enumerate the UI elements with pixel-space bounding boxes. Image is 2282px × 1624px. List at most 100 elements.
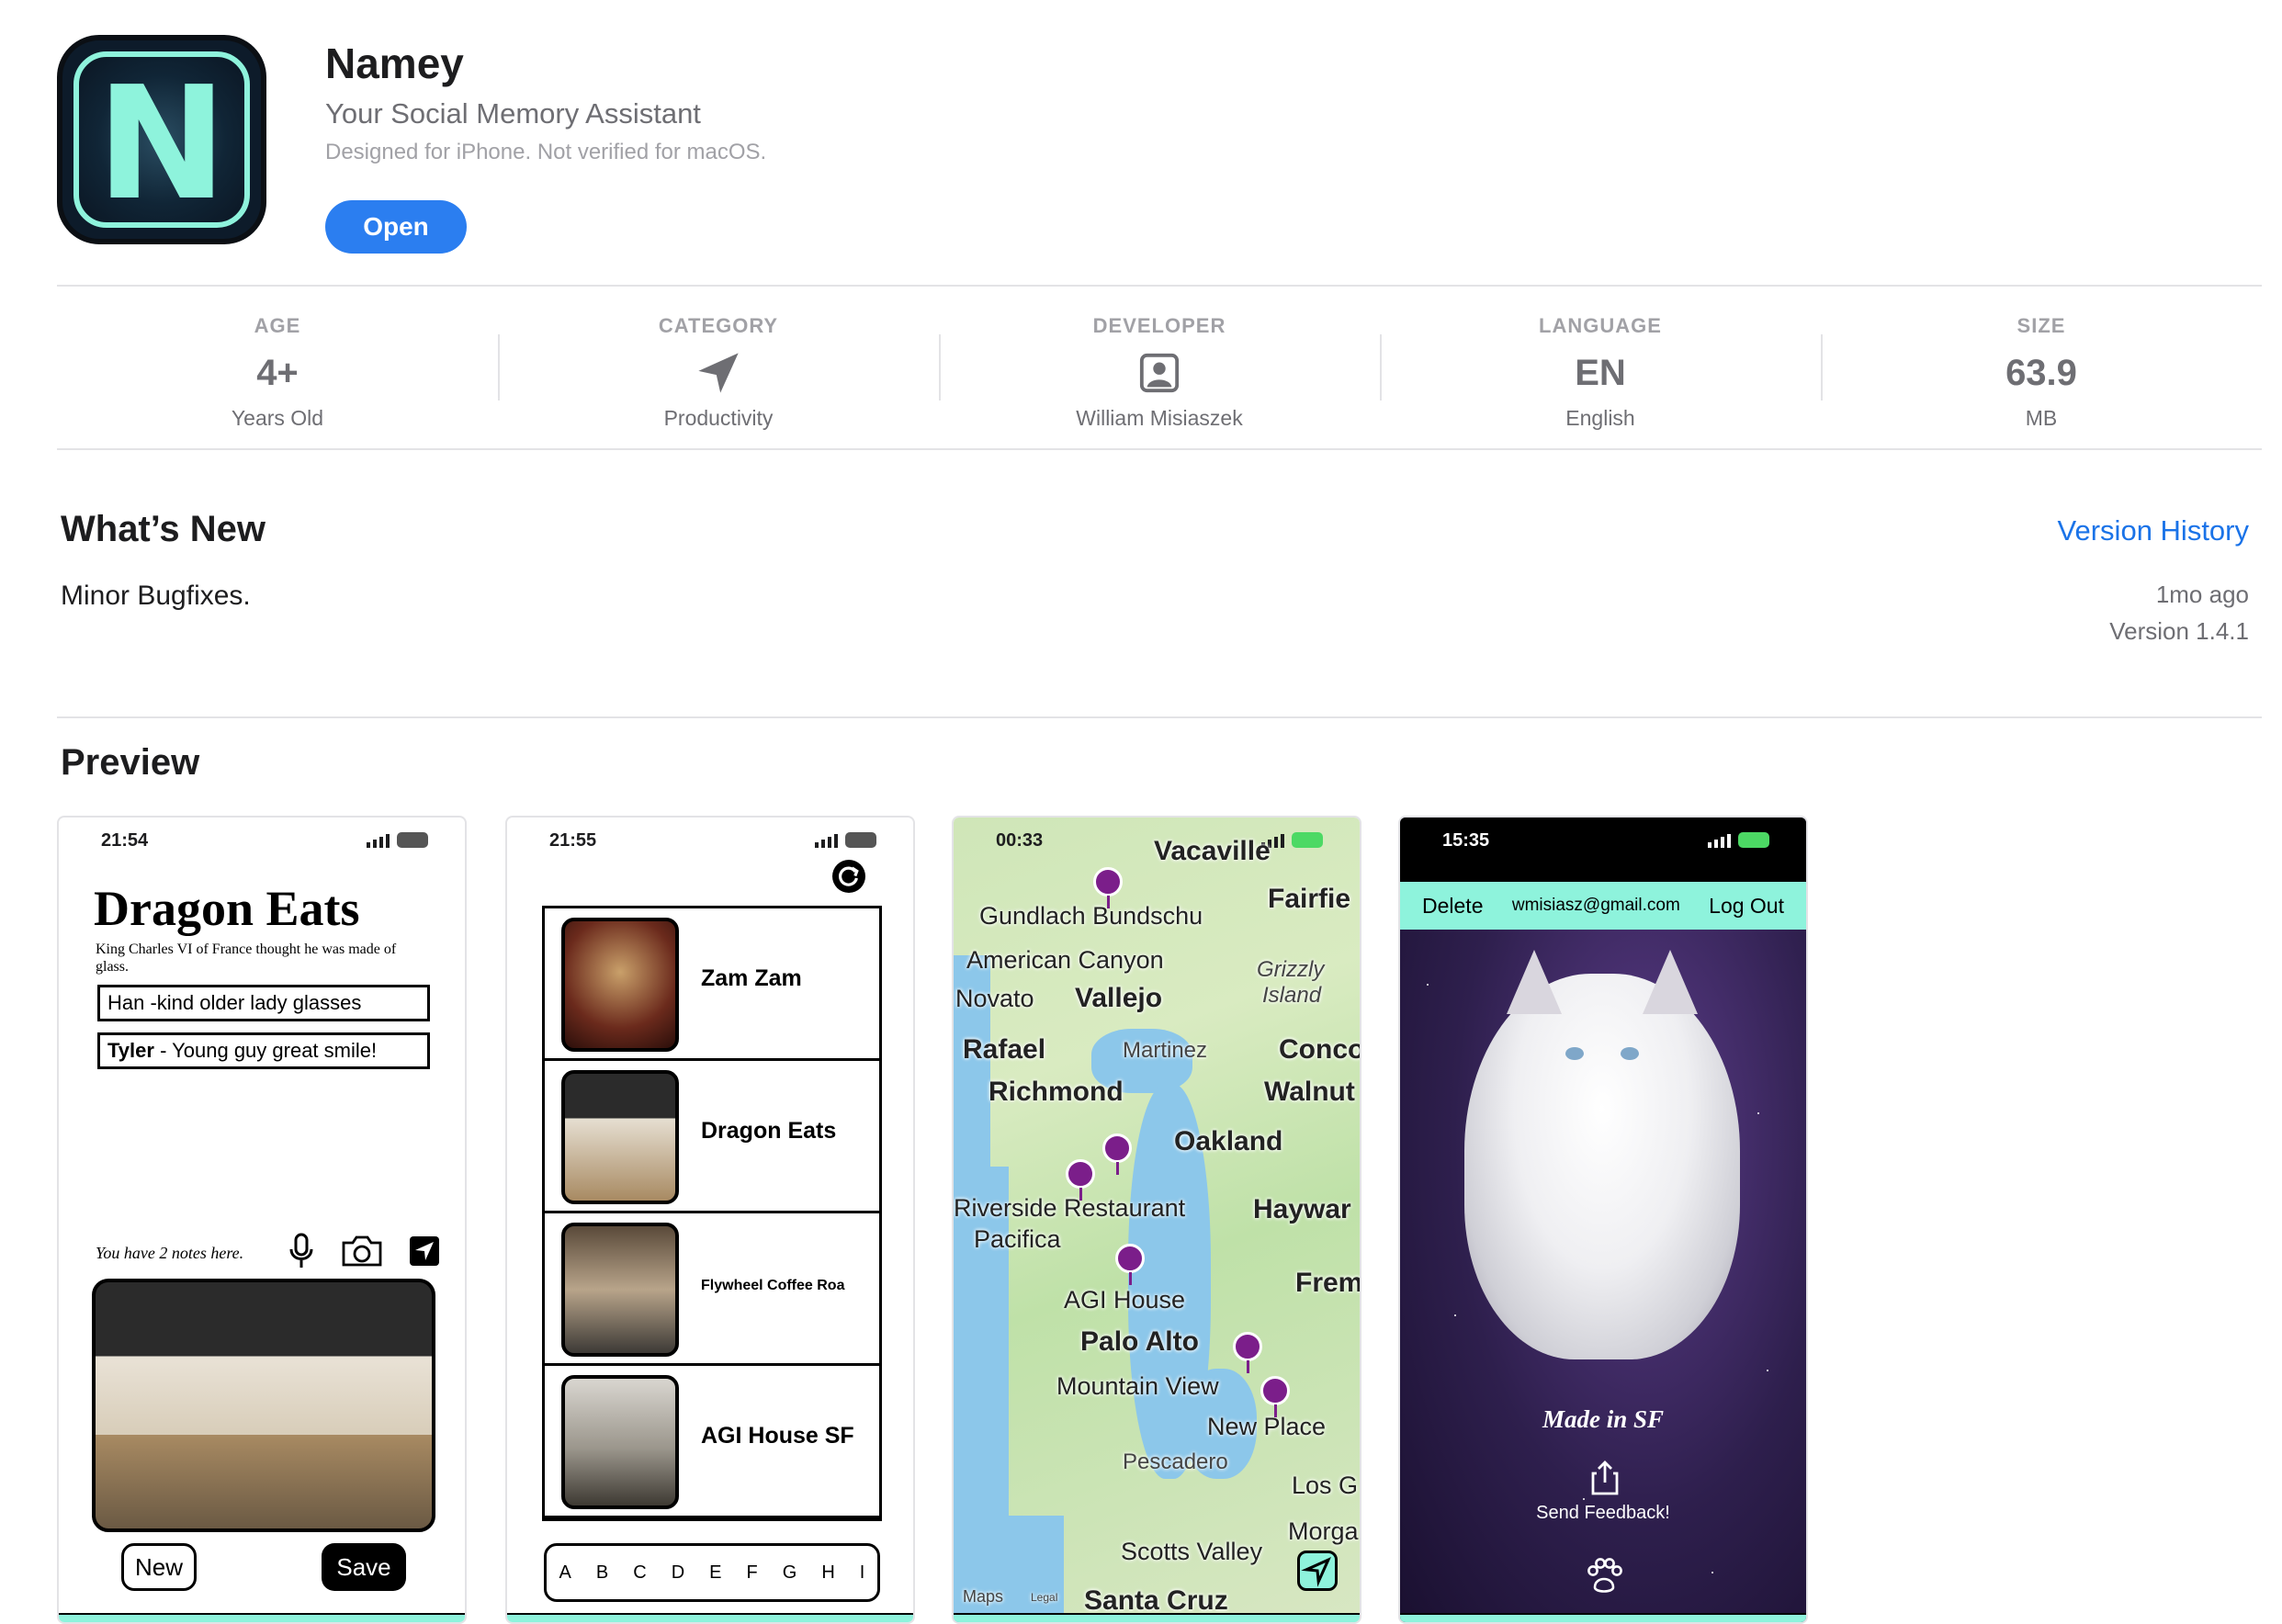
- save-button[interactable]: Save: [322, 1543, 406, 1591]
- maps-attribution: Maps: [963, 1587, 1004, 1606]
- index-letter[interactable]: A: [559, 1562, 571, 1584]
- map-pin[interactable]: [1115, 1244, 1145, 1285]
- info-label: LANGUAGE: [1539, 314, 1662, 337]
- location-arrow-icon: [1301, 1557, 1331, 1587]
- new-button[interactable]: New: [121, 1543, 197, 1591]
- alphabet-index[interactable]: A B C D E F G H I: [544, 1543, 880, 1602]
- screenshot-note-view[interactable]: 21:54 Dragon Eats King Charles VI of Fra…: [57, 816, 467, 1624]
- battery-icon: [397, 832, 428, 848]
- map-label: Grizzly: [1257, 957, 1325, 982]
- note-entry[interactable]: Tyler - Young guy great smile!: [97, 1032, 430, 1069]
- info-category[interactable]: CATEGORY Productivity: [498, 287, 939, 450]
- release-version: Version 1.4.1: [2109, 617, 2249, 645]
- place-name: AGI House SF: [701, 1423, 854, 1449]
- index-letter[interactable]: B: [596, 1562, 608, 1584]
- legal-link[interactable]: Legal: [1031, 1591, 1057, 1604]
- battery-icon: [1292, 832, 1323, 848]
- status-bar: 15:35: [1400, 830, 1806, 858]
- status-time: 15:35: [1442, 830, 1490, 851]
- index-letter[interactable]: I: [860, 1562, 865, 1584]
- location-arrow-icon[interactable]: [410, 1236, 439, 1266]
- map-label: Santa Cruz: [1084, 1585, 1228, 1616]
- map-label: Oakland: [1174, 1126, 1283, 1156]
- microphone-icon[interactable]: [288, 1233, 314, 1269]
- map-pin[interactable]: [1093, 867, 1123, 908]
- version-history-link[interactable]: Version History: [2058, 514, 2249, 547]
- place-thumbnail: [561, 1375, 679, 1509]
- index-letter[interactable]: G: [783, 1562, 797, 1584]
- list-item[interactable]: Flywheel Coffee Roa: [545, 1213, 879, 1366]
- share-icon[interactable]: [1589, 1460, 1621, 1500]
- open-button[interactable]: Open: [325, 200, 467, 254]
- place-fact: King Charles VI of France thought he was…: [96, 942, 397, 975]
- person-icon: [939, 351, 1380, 395]
- delete-button[interactable]: Delete: [1422, 894, 1483, 919]
- info-value: EN: [1575, 352, 1626, 393]
- map-label: Frem: [1295, 1268, 1361, 1298]
- list-item[interactable]: Zam Zam: [545, 908, 879, 1061]
- list-item[interactable]: Dragon Eats: [545, 1061, 879, 1213]
- refresh-icon[interactable]: [832, 860, 865, 893]
- index-letter[interactable]: C: [633, 1562, 646, 1584]
- battery-icon: [845, 832, 876, 848]
- tab-bar: [1400, 1613, 1806, 1622]
- paper-plane-icon: [498, 351, 939, 395]
- map-label: AGI House: [1064, 1286, 1186, 1314]
- index-letter[interactable]: F: [747, 1562, 758, 1584]
- map-label: Pescadero: [1123, 1449, 1228, 1474]
- status-bar: 21:55: [507, 830, 913, 858]
- map-label: Martinez: [1123, 1038, 1208, 1063]
- info-language: LANGUAGE EN English: [1380, 287, 1821, 450]
- note-name: Han: [107, 991, 145, 1014]
- tab-bar: [59, 1613, 465, 1622]
- info-label: AGE: [254, 314, 301, 337]
- preview-title: Preview: [61, 742, 200, 783]
- map-pin[interactable]: [1233, 1332, 1262, 1373]
- map-pin[interactable]: [1260, 1376, 1290, 1417]
- info-size: SIZE 63.9 MB: [1821, 287, 2262, 450]
- send-feedback-button[interactable]: Send Feedback!: [1400, 1503, 1806, 1524]
- logout-button[interactable]: Log Out: [1709, 894, 1784, 919]
- map-label: Richmond: [988, 1077, 1124, 1107]
- index-letter[interactable]: D: [672, 1562, 684, 1584]
- info-sub: English: [1565, 406, 1635, 430]
- screenshot-map-view[interactable]: 00:33 Vacaville Fairfie Gundlach Bundsch…: [952, 816, 1361, 1624]
- index-letter[interactable]: H: [821, 1562, 834, 1584]
- locate-me-button[interactable]: [1297, 1551, 1338, 1591]
- place-thumbnail: [561, 1223, 679, 1357]
- map-label: Morga: [1288, 1517, 1359, 1545]
- map-label: Scotts Valley: [1121, 1538, 1263, 1565]
- divider: [57, 448, 2262, 450]
- paw-icon: [1584, 1556, 1624, 1599]
- place-thumbnail: [561, 918, 679, 1052]
- map-label: American Canyon: [966, 946, 1164, 974]
- info-sub: MB: [2025, 406, 2058, 430]
- made-in-label: Made in SF: [1542, 1405, 1665, 1433]
- map-label: Riverside Restaurant: [954, 1194, 1186, 1222]
- camera-icon[interactable]: [342, 1235, 382, 1267]
- place-title: Dragon Eats: [94, 881, 360, 936]
- tab-bar: [954, 1613, 1360, 1622]
- map-label: Fairfie: [1268, 884, 1351, 914]
- info-developer[interactable]: DEVELOPER William Misiaszek: [939, 287, 1380, 450]
- screenshot-places-list[interactable]: 21:55 Zam Zam Dragon Eats Flywheel Coffe…: [505, 816, 915, 1624]
- battery-icon: [1738, 832, 1769, 848]
- map-label: Pacifica: [974, 1225, 1061, 1253]
- info-age: AGE 4+ Years Old: [57, 287, 498, 450]
- map-label: Gundlach Bundschu: [979, 902, 1203, 930]
- place-name: Zam Zam: [701, 965, 802, 991]
- map-label: Island: [1262, 983, 1322, 1008]
- list-item[interactable]: AGI House SF: [545, 1366, 879, 1518]
- map-pin[interactable]: [1102, 1133, 1132, 1175]
- note-name: Tyler: [107, 1039, 154, 1062]
- screenshot-profile-view[interactable]: 15:35 Delete wmisiasz@gmail.com Log Out …: [1398, 816, 1808, 1624]
- account-email: wmisiasz@gmail.com: [1511, 896, 1680, 915]
- map-label: Vacaville: [1154, 836, 1271, 866]
- app-subtitle: Your Social Memory Assistant: [325, 97, 701, 130]
- app-icon-letter: N: [96, 53, 228, 235]
- note-entry[interactable]: Han -kind older lady glasses: [97, 985, 430, 1021]
- place-name: Flywheel Coffee Roa: [701, 1278, 845, 1293]
- index-letter[interactable]: E: [709, 1562, 721, 1584]
- map-label: Walnut: [1264, 1077, 1355, 1107]
- map-pin[interactable]: [1066, 1159, 1095, 1201]
